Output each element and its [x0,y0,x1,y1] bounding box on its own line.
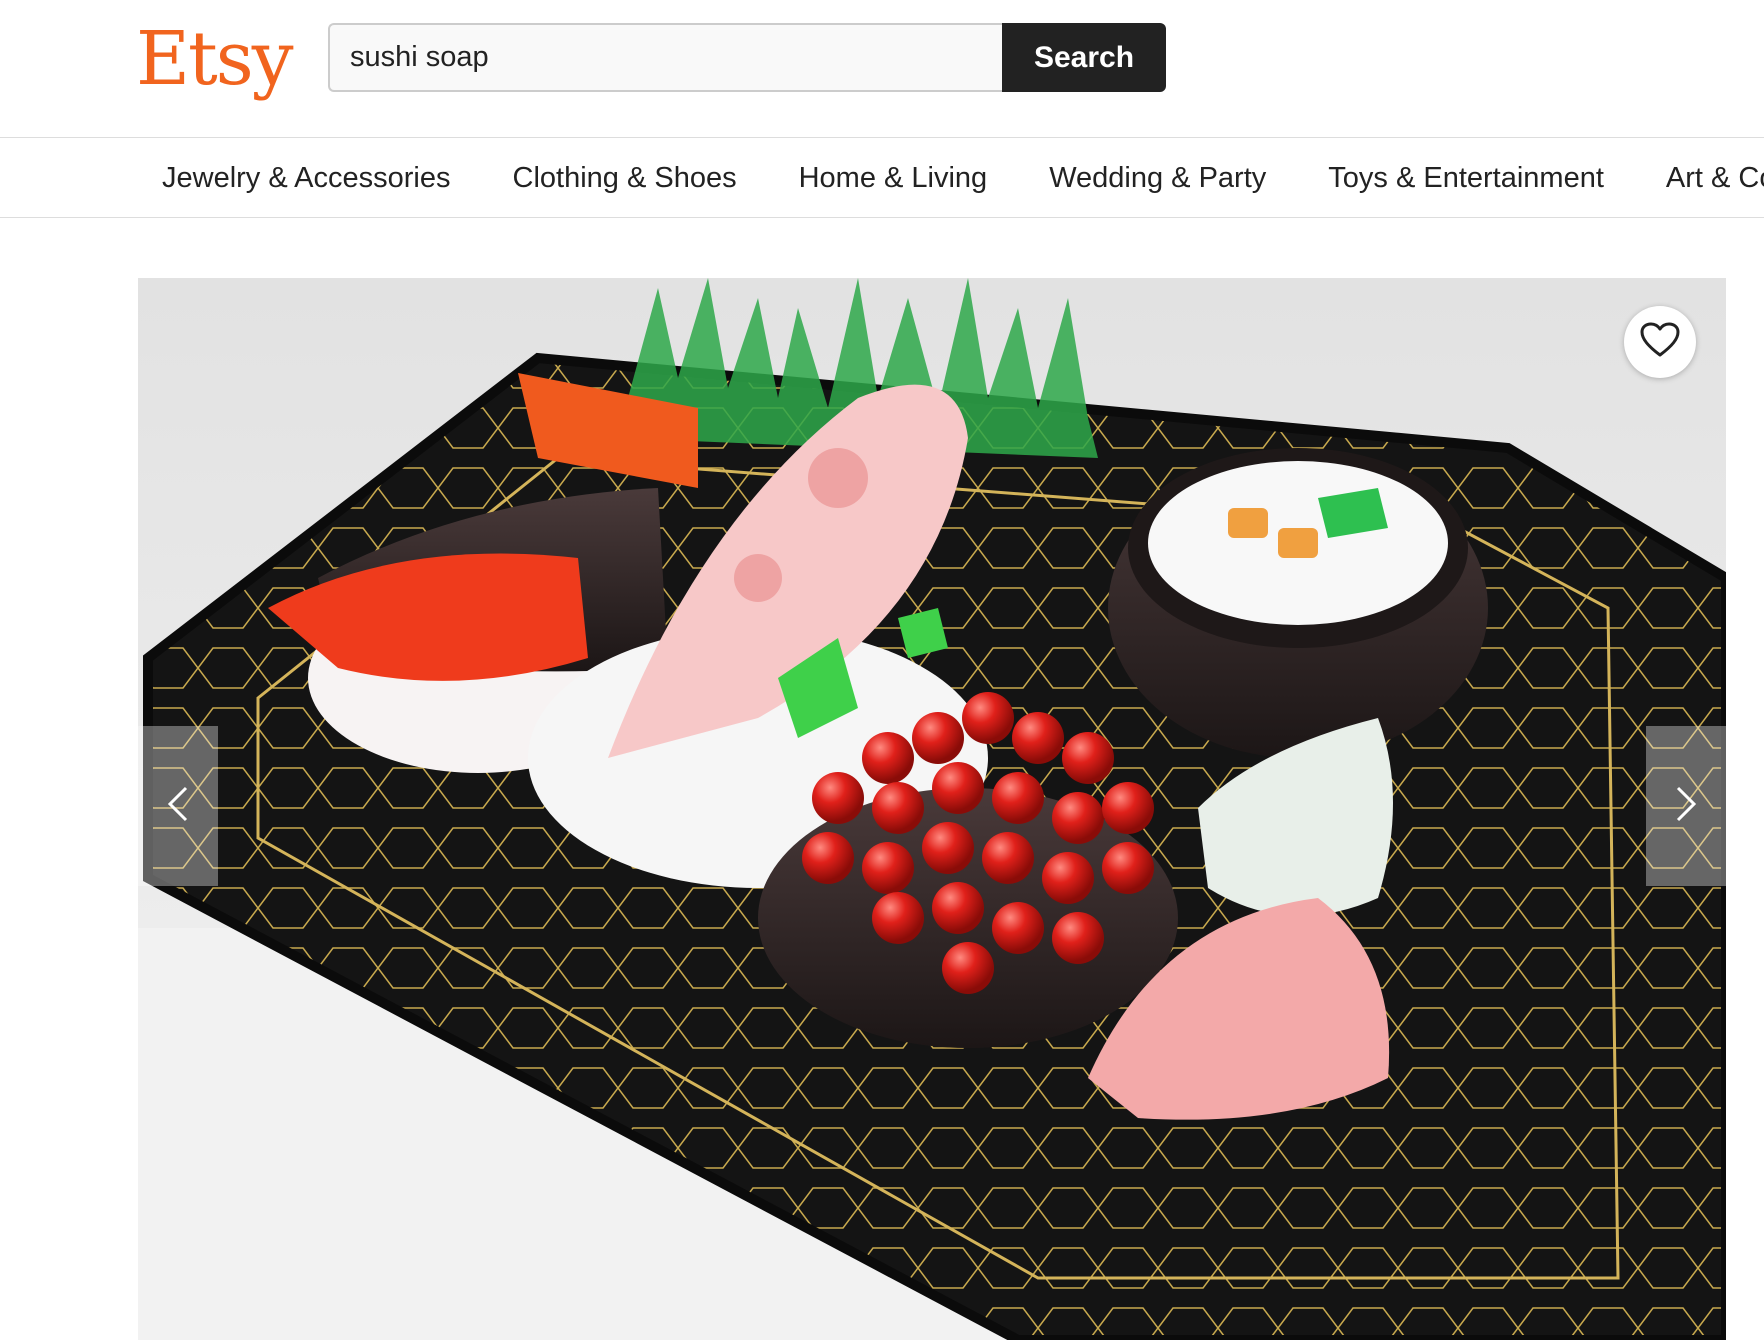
favorite-button[interactable] [1624,306,1696,378]
etsy-logo[interactable]: Etsy [136,14,294,104]
search-bar: Search [328,23,1166,92]
chevron-right-icon [1674,784,1698,829]
listing-image[interactable] [138,278,1726,1340]
search-button[interactable]: Search [1002,23,1166,92]
nav-item-jewelry[interactable]: Jewelry & Accessories [162,162,451,195]
nav-item-home-living[interactable]: Home & Living [799,162,988,195]
nav-item-wedding-party[interactable]: Wedding & Party [1049,162,1266,195]
nav-item-art[interactable]: Art & Collectibles [1666,162,1764,195]
site-header: Etsy Search [0,0,1764,138]
category-nav-list: Jewelry & Accessories Clothing & Shoes H… [162,138,1764,217]
nav-item-toys[interactable]: Toys & Entertainment [1328,162,1604,195]
chevron-left-icon [166,784,190,829]
carousel-prev-button[interactable] [138,726,218,886]
nav-item-clothing[interactable]: Clothing & Shoes [513,162,737,195]
sushi-soap-photo [138,278,1726,1340]
heart-outline-icon [1640,322,1680,363]
category-nav: Jewelry & Accessories Clothing & Shoes H… [0,138,1764,218]
search-input[interactable] [328,23,1002,92]
carousel-next-button[interactable] [1646,726,1726,886]
